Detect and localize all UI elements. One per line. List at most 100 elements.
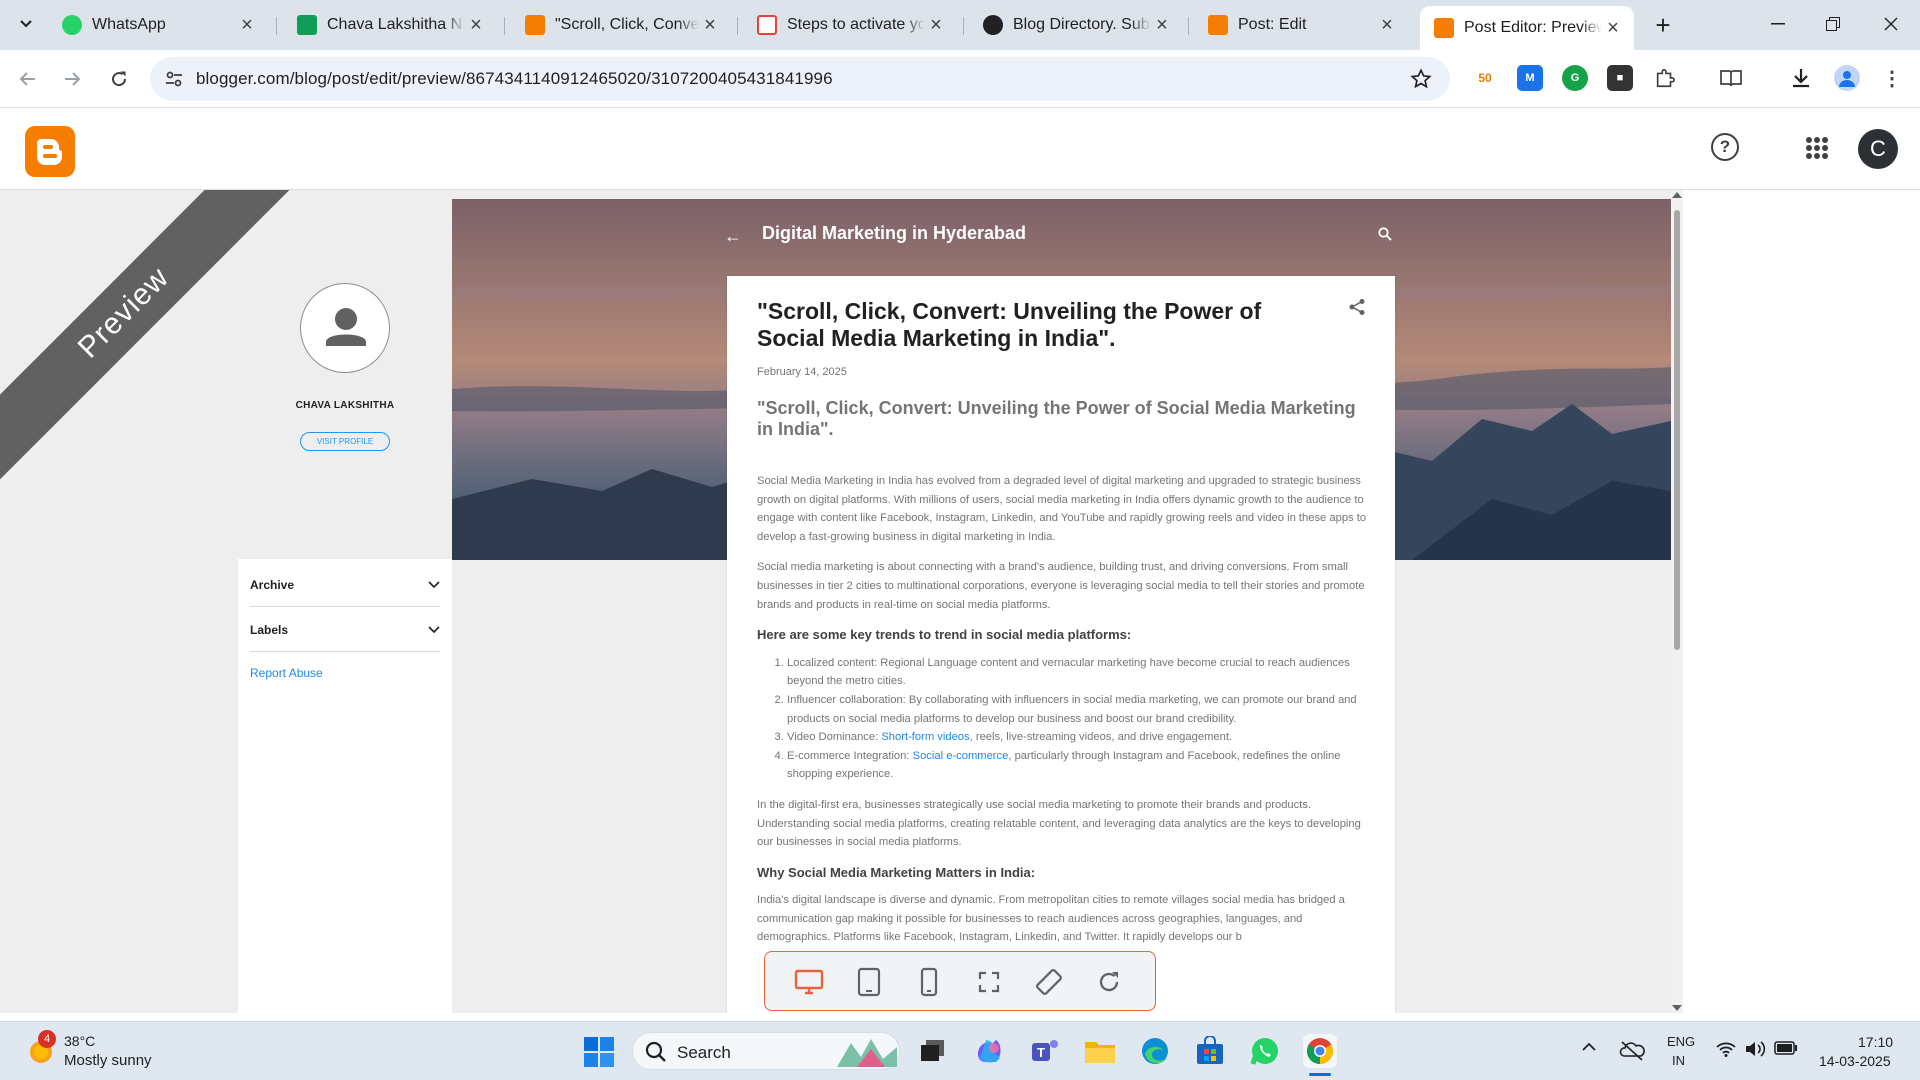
preview-ribbon: Preview	[0, 190, 300, 490]
grammarly-icon[interactable]: G	[1562, 65, 1588, 91]
mobile-icon[interactable]	[913, 966, 945, 998]
task-view-icon[interactable]	[916, 1034, 950, 1068]
tab-whatsapp[interactable]: WhatsApp ×	[48, 6, 268, 44]
battery-icon[interactable]	[1774, 1041, 1798, 1055]
archive-section[interactable]: Archive	[250, 563, 440, 607]
tab-post-editor-preview[interactable]: Post Editor: Preview ×	[1420, 6, 1634, 50]
extensions-puzzle-icon[interactable]	[1652, 65, 1678, 91]
extension-sale-icon[interactable]: 50	[1472, 65, 1498, 91]
google-sheets-icon	[297, 15, 317, 35]
post-body: Social Media Marketing in India has evol…	[757, 472, 1369, 959]
visit-profile-button[interactable]: VISIT PROFILE	[300, 432, 390, 451]
tab-gmail[interactable]: Steps to activate your ×	[743, 6, 957, 44]
close-tab-icon[interactable]: ×	[699, 14, 721, 36]
minimize-button[interactable]	[1755, 8, 1801, 40]
file-explorer-icon[interactable]	[1083, 1034, 1117, 1068]
weather-description[interactable]: Mostly sunny	[64, 1052, 152, 1069]
profile-avatar-icon[interactable]	[300, 283, 390, 373]
search-icon[interactable]	[1378, 227, 1392, 241]
post-date: February 14, 2025	[757, 366, 847, 378]
windows-taskbar: 4 38°C Mostly sunny Search T ENG IN 17:1…	[0, 1021, 1920, 1080]
profile-avatar-icon[interactable]	[1834, 65, 1860, 91]
close-window-button[interactable]	[1868, 8, 1914, 40]
onedrive-icon[interactable]	[1619, 1039, 1645, 1061]
google-apps-icon[interactable]	[1806, 137, 1828, 159]
device-preview-toolbar	[764, 951, 1156, 1011]
edge-icon[interactable]	[1138, 1034, 1172, 1068]
preview-scrollbar[interactable]	[1671, 190, 1683, 1013]
copilot-icon[interactable]	[972, 1034, 1006, 1068]
blogger-header: ? C	[0, 109, 1920, 190]
browser-toolbar: blogger.com/blog/post/edit/preview/86743…	[0, 50, 1920, 108]
restore-button[interactable]	[1810, 8, 1856, 40]
blogger-logo[interactable]	[25, 126, 75, 177]
social-ecommerce-link[interactable]: Social e-commerce	[913, 750, 1009, 762]
extension-m-icon[interactable]: M	[1517, 65, 1543, 91]
post-section-heading: Here are some key trends to trend in soc…	[757, 627, 1132, 643]
refresh-icon[interactable]	[1093, 966, 1125, 998]
new-tab-button[interactable]: +	[1650, 10, 1676, 40]
address-bar[interactable]: blogger.com/blog/post/edit/preview/86743…	[150, 57, 1450, 101]
close-tab-icon[interactable]: ×	[465, 14, 487, 36]
rotate-icon[interactable]	[1033, 966, 1065, 998]
weather-temperature[interactable]: 38°C	[64, 1033, 95, 1049]
region-indicator[interactable]: IN	[1672, 1053, 1685, 1068]
teams-icon[interactable]: T	[1028, 1034, 1062, 1068]
close-tab-icon[interactable]: ×	[1151, 14, 1173, 36]
volume-icon[interactable]	[1744, 1040, 1766, 1058]
report-abuse-link[interactable]: Report Abuse	[250, 666, 323, 680]
downloads-icon[interactable]	[1788, 65, 1814, 91]
forward-button[interactable]	[58, 64, 88, 94]
scroll-up-arrow[interactable]	[1672, 192, 1682, 198]
tab-post-edit[interactable]: Post: Edit ×	[1194, 6, 1408, 44]
bookmark-star-icon[interactable]	[1410, 68, 1432, 90]
trends-list: Localized content: Regional Language con…	[757, 654, 1369, 784]
short-form-videos-link[interactable]: Short-form videos	[881, 731, 969, 743]
clock-date[interactable]: 14-03-2025	[1819, 1053, 1891, 1069]
tab-title: Post: Edit	[1238, 16, 1307, 33]
post-paragraph: Social Media Marketing in India has evol…	[757, 475, 1367, 543]
whatsapp-icon[interactable]	[1248, 1034, 1282, 1068]
notification-badge: 4	[38, 1030, 56, 1048]
scroll-down-arrow[interactable]	[1672, 1005, 1682, 1011]
account-avatar[interactable]: C	[1858, 129, 1898, 169]
windows-start-icon[interactable]	[584, 1037, 614, 1067]
close-tab-icon[interactable]: ×	[1376, 14, 1398, 36]
tab-title: WhatsApp	[92, 16, 166, 33]
list-item: Localized content: Regional Language con…	[787, 654, 1369, 691]
list-item: Influencer collaboration: By collaborati…	[787, 691, 1369, 728]
reading-list-icon[interactable]	[1718, 65, 1744, 91]
back-button[interactable]	[12, 64, 42, 94]
scrollbar-thumb[interactable]	[1674, 210, 1680, 650]
tablet-icon[interactable]	[853, 966, 885, 998]
close-tab-icon[interactable]: ×	[1602, 17, 1624, 39]
tab-blog-post[interactable]: "Scroll, Click, Convert ×	[511, 6, 731, 44]
language-indicator[interactable]: ENG	[1667, 1034, 1695, 1049]
tab-title: Chava Lakshitha NIDM	[327, 16, 465, 33]
tab-blog-directory[interactable]: Blog Directory. Submit ×	[969, 6, 1183, 44]
tab-search-dropdown-icon[interactable]	[14, 12, 38, 36]
browser-tab-strip: WhatsApp × Chava Lakshitha NIDM × "Scrol…	[0, 0, 1920, 50]
clock-time[interactable]: 17:10	[1858, 1034, 1893, 1050]
chrome-icon[interactable]	[1303, 1034, 1337, 1076]
site-info-icon[interactable]	[164, 69, 184, 89]
reload-button[interactable]	[104, 64, 134, 94]
fullscreen-icon[interactable]	[973, 966, 1005, 998]
extension-dark-icon[interactable]: ■	[1607, 65, 1633, 91]
taskbar-search-box[interactable]: Search	[632, 1032, 900, 1070]
browser-menu-icon[interactable]: ⋮	[1879, 65, 1905, 91]
labels-section[interactable]: Labels	[250, 608, 440, 652]
close-tab-icon[interactable]: ×	[236, 14, 258, 36]
share-icon[interactable]	[1348, 298, 1366, 316]
desktop-icon[interactable]	[793, 966, 825, 998]
blog-title[interactable]: Digital Marketing in Hyderabad	[762, 223, 1026, 244]
chevron-down-icon	[428, 580, 440, 588]
back-arrow-icon[interactable]: ←	[724, 226, 742, 247]
tab-google-sheets[interactable]: Chava Lakshitha NIDM ×	[283, 6, 497, 44]
wifi-icon[interactable]	[1716, 1041, 1736, 1057]
help-icon[interactable]: ?	[1711, 133, 1739, 161]
show-hidden-icons-chevron-up-icon[interactable]	[1582, 1042, 1596, 1051]
microsoft-store-icon[interactable]	[1193, 1034, 1227, 1068]
close-tab-icon[interactable]: ×	[925, 14, 947, 36]
url-text: blogger.com/blog/post/edit/preview/86743…	[196, 69, 833, 88]
